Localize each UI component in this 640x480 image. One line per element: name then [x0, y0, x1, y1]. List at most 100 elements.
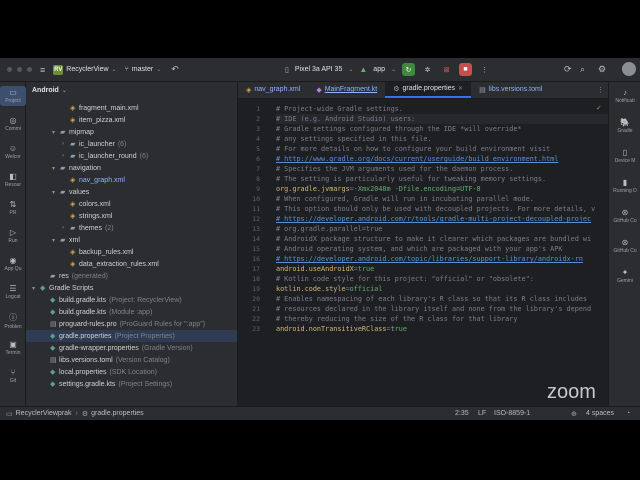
expand-arrow-icon[interactable]: ›	[62, 225, 70, 231]
tree-item-hint: (6)	[139, 152, 149, 160]
debug-icon[interactable]: ✲	[421, 63, 434, 76]
tool-gradle[interactable]: 🐘 Gradle	[609, 118, 640, 134]
undo-icon[interactable]: ↶	[171, 64, 179, 75]
indent-setting[interactable]: 4 spaces	[586, 410, 614, 417]
tool-app-quality[interactable]: ◉ App Qu	[0, 256, 26, 272]
expand-arrow-icon[interactable]: ›	[62, 153, 70, 159]
tree-item[interactable]: ◆ gradle-wrapper.properties (Gradle Versio…	[26, 342, 237, 354]
maximize-window-icon[interactable]	[27, 67, 32, 72]
tree-item[interactable]: ◈ colors.xml	[26, 198, 237, 210]
tree-item[interactable]: › ▰ ic_launcher (6)	[26, 138, 237, 150]
tree-item-hint: (Project Properties)	[114, 332, 175, 340]
window-controls[interactable]	[7, 67, 32, 72]
tool-problems[interactable]: ⓘ Problen	[0, 312, 26, 330]
search-icon[interactable]: ⌕	[580, 64, 585, 75]
tool-git[interactable]: ⑂ Git	[0, 368, 26, 384]
main-menu-icon[interactable]: ≡	[40, 65, 45, 75]
breadcrumb-file[interactable]: gradle.properties	[91, 410, 144, 417]
tree-item[interactable]: ▰ res (generated)	[26, 270, 237, 282]
tree-item[interactable]: ◈ strings.xml	[26, 210, 237, 222]
tree-item[interactable]: ◈ data_extraction_rules.xml	[26, 258, 237, 270]
tree-item[interactable]: ◈ item_pizza.xml	[26, 114, 237, 126]
tree-item[interactable]: ◈ fragment_main.xml	[26, 102, 237, 114]
tool-logcat[interactable]: ☰ Logcat	[0, 284, 26, 300]
property-value: official	[349, 285, 383, 293]
tree-item[interactable]: ▾ ▰ xml	[26, 234, 237, 246]
tree-item[interactable]: › ▰ ic_launcher_round (6)	[26, 150, 237, 162]
expand-arrow-icon[interactable]: ▾	[52, 237, 60, 244]
expand-arrow-icon[interactable]: ▾	[32, 285, 40, 292]
expand-arrow-icon[interactable]: ›	[62, 141, 70, 147]
tree-item[interactable]: ◆ build.gradle.kts (Module :app)	[26, 306, 237, 318]
welcome-icon: ☺	[8, 144, 18, 153]
expand-arrow-icon[interactable]: ▾	[52, 189, 60, 196]
tool-gemini[interactable]: ✦ Gemini	[609, 268, 640, 284]
tabs-more-icon[interactable]: ⋮	[593, 82, 608, 98]
tool-welcome[interactable]: ☺ Welcor	[0, 144, 26, 160]
expand-arrow-icon[interactable]: ▾	[52, 129, 60, 136]
close-tab-icon[interactable]: ✕	[458, 85, 463, 92]
app-quality-icon: ◉	[9, 256, 17, 265]
file-encoding[interactable]: ISO-8859-1	[494, 410, 530, 417]
tree-item[interactable]: ▾ ▰ values	[26, 186, 237, 198]
tool-resources[interactable]: ◧ Resour	[0, 172, 26, 188]
code-line: # Specifies the JVM arguments used for t…	[276, 165, 514, 173]
tool-run[interactable]: ▷ Run	[0, 228, 26, 244]
no-problems-icon[interactable]: ✓	[596, 104, 602, 112]
code-editor[interactable]: # Project-wide Gradle settings. # IDE (e.…	[276, 99, 608, 406]
url-link[interactable]: # http://www.gradle.org/docs/current/use…	[276, 155, 558, 163]
tree-item[interactable]: ◆ settings.gradle.kts (Project Settings)	[26, 378, 237, 390]
tree-item[interactable]: ◆ gradle.properties (Project Properties)	[26, 330, 237, 342]
settings-icon[interactable]: ⚙	[598, 64, 606, 75]
tree-item[interactable]: ◆ build.gradle.kts (Project: RecyclerView)	[26, 294, 237, 306]
tool-project[interactable]: ▭ Project	[0, 86, 26, 106]
url-link[interactable]: # https://developer.android.com/topic/li…	[276, 255, 583, 263]
tree-item[interactable]: ◆ local.properties (SDK Location)	[26, 366, 237, 378]
tree-item[interactable]: ▤ libs.versions.toml (Version Catalog)	[26, 354, 237, 366]
tool-notifications[interactable]: ♪ Notificati	[609, 88, 640, 104]
expand-arrow-icon[interactable]: ▾	[52, 165, 60, 172]
tool-pr[interactable]: ⇅ PR	[0, 200, 26, 216]
line-separator[interactable]: LF	[478, 410, 486, 417]
tree-item[interactable]: ▾ ▰ mipmap	[26, 126, 237, 138]
more-actions-icon[interactable]: ⋮	[478, 63, 491, 76]
tab-libs-versions[interactable]: ▤ libs.versions.toml	[471, 82, 550, 98]
apply-changes-button[interactable]: ↻	[402, 63, 416, 76]
url-link[interactable]: # https://developer.android.com/r/tools/…	[276, 215, 591, 223]
cursor-position[interactable]: 2:35	[455, 410, 469, 417]
tool-device-manager[interactable]: ▯ Device M	[609, 148, 640, 164]
editor-area: ◈ nav_graph.xml ◆ MainFragment.kt ⚙ gradle.…	[238, 82, 608, 406]
close-window-icon[interactable]	[7, 67, 12, 72]
tool-commit[interactable]: ◎ Commi	[0, 116, 26, 132]
tree-item[interactable]: ◈ backup_rules.xml	[26, 246, 237, 258]
tab-main-fragment[interactable]: ◆ MainFragment.kt	[308, 82, 385, 98]
breadcrumb-project[interactable]: RecyclerViewprak	[16, 410, 72, 417]
sync-icon[interactable]: ⟳	[564, 64, 572, 75]
code-line: # any settings specified in this file.	[276, 135, 432, 143]
lock-icon[interactable]: ⊕	[571, 410, 577, 418]
project-selector[interactable]: RV RecyclerView ⌄	[53, 64, 117, 75]
tool-github-copilot-chat[interactable]: ⊛ GitHub Co	[609, 238, 640, 254]
run-config-selector[interactable]: app	[373, 66, 385, 73]
tree-item[interactable]: ▾ ▰ navigation	[26, 162, 237, 174]
project-view-selector[interactable]: Android ⌄	[26, 82, 237, 99]
tree-item[interactable]: › ▰ themes (2)	[26, 222, 237, 234]
memory-indicator-icon[interactable]: ◔	[626, 410, 630, 417]
apply-code-changes-icon[interactable]: ⊠	[440, 63, 453, 76]
tab-nav-graph[interactable]: ◈ nav_graph.xml	[238, 82, 308, 98]
stop-button[interactable]: ■	[459, 63, 473, 76]
tree-item-label: themes	[79, 224, 102, 232]
tab-gradle-properties[interactable]: ⚙ gradle.properties ✕	[385, 82, 472, 98]
tree-item[interactable]: ◈ nav_graph.xml	[26, 174, 237, 186]
branch-selector[interactable]: ⑂ master ⌄	[125, 66, 162, 73]
code-line: org.gradle.jvmargs=-Xmx2048m -Dfile.enco…	[276, 184, 481, 194]
project-badge: RV	[53, 64, 64, 75]
device-selector[interactable]: Pixel 3a API 35	[295, 66, 342, 73]
avatar[interactable]	[622, 62, 636, 76]
tool-running-devices[interactable]: ▮ Running D	[609, 178, 640, 194]
tree-item[interactable]: ▤ proguard-rules.pro (ProGuard Rules for "…	[26, 318, 237, 330]
minimize-window-icon[interactable]	[17, 67, 22, 72]
tool-terminal[interactable]: ▣ Termin	[0, 340, 26, 356]
tool-github-copilot[interactable]: ⊛ GitHub Co	[609, 208, 640, 224]
tree-item[interactable]: ▾ ◆ Gradle Scripts	[26, 282, 237, 294]
